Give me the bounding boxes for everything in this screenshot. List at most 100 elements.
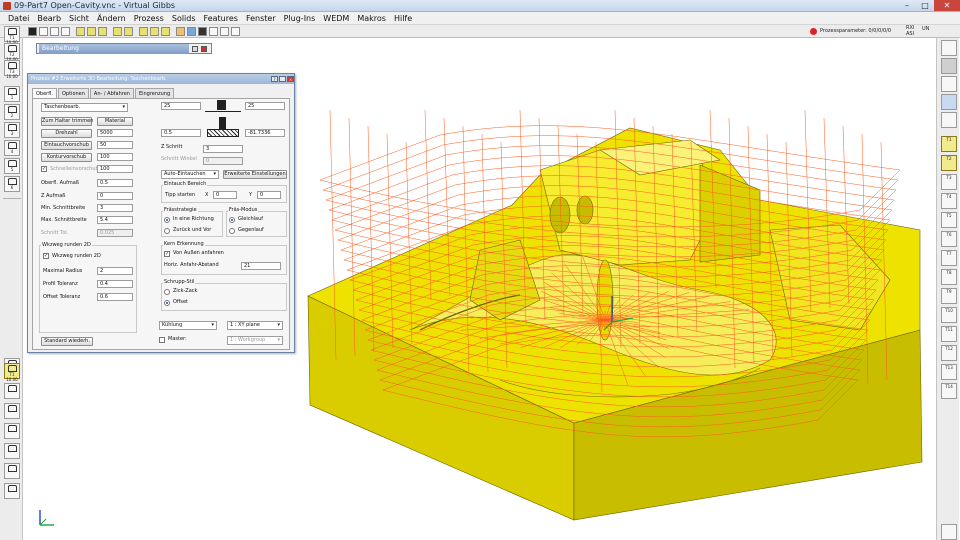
maximize-button[interactable]: □ <box>916 0 934 11</box>
plunge-x-input[interactable]: 0 <box>213 191 237 199</box>
climb-radio[interactable] <box>229 217 235 223</box>
right-tool-t10[interactable]: T10 <box>941 307 957 323</box>
menu-solids[interactable]: Solids <box>168 12 200 24</box>
menu-aendern[interactable]: Ändern <box>93 12 130 24</box>
max-radius-input[interactable]: 2 <box>97 267 133 275</box>
menu-fenster[interactable]: Fenster <box>242 12 280 24</box>
mid-right-input[interactable]: -81.7336 <box>245 129 285 137</box>
right-tool-t11[interactable]: T11 <box>941 326 957 342</box>
help-icon[interactable] <box>231 27 240 36</box>
right-tool-t5[interactable]: T5 <box>941 212 957 228</box>
holder-icon[interactable] <box>161 27 170 36</box>
right-icon-5[interactable] <box>941 112 957 128</box>
tool-slot-8[interactable]: 5 <box>4 158 20 174</box>
conventional-radio[interactable] <box>229 228 235 234</box>
tool-slot-15[interactable] <box>4 463 20 479</box>
dialog-close-button[interactable]: × <box>287 76 294 82</box>
view-icon[interactable] <box>28 27 37 36</box>
menu-hilfe[interactable]: Hilfe <box>390 12 416 24</box>
contour-feed-input[interactable]: 100 <box>97 153 133 161</box>
tool-slot-16[interactable] <box>4 483 20 499</box>
layout-icon[interactable] <box>50 27 59 36</box>
zigzag-back-radio[interactable] <box>164 228 170 234</box>
mid-left-input[interactable]: 0.5 <box>161 129 201 137</box>
tool-slot-9[interactable]: 6 <box>4 176 20 192</box>
surface-allowance-input[interactable]: 0.5 <box>97 179 133 187</box>
tool-slot-active[interactable]: T1 10.00 <box>4 363 20 382</box>
tool-slot-3[interactable]: T3 10.00 <box>4 60 20 79</box>
trim-to-holder-button[interactable]: Zum Halter trimmen <box>41 117 93 126</box>
tool-slot-14[interactable] <box>4 443 20 459</box>
tool-slot-4[interactable]: 1 <box>4 86 20 102</box>
plane-select[interactable]: 1 : XY plane <box>227 321 283 330</box>
wireframe-icon[interactable] <box>98 27 107 36</box>
menu-bearb[interactable]: Bearb <box>33 12 65 24</box>
right-tool-t2[interactable]: T2 <box>941 155 957 171</box>
sphere-icon[interactable] <box>187 27 196 36</box>
tab-options[interactable]: Optionen <box>57 88 89 98</box>
menu-features[interactable]: Features <box>200 12 242 24</box>
tool-icon[interactable] <box>150 27 159 36</box>
right-tool-t13[interactable]: T13 <box>941 364 957 380</box>
menu-sicht[interactable]: Sicht <box>65 12 93 24</box>
workgroup-select[interactable]: 1 : Workgroup <box>227 336 283 345</box>
auto-plunge-select[interactable]: Auto-Eintauchen <box>161 170 219 179</box>
contour-feed-button[interactable]: Konturvorschub <box>41 153 92 162</box>
tool-slot-1[interactable]: T1 10.00 <box>4 26 20 45</box>
tab-approach[interactable]: An- / Abfahren <box>89 88 134 98</box>
dialog-pin-button[interactable] <box>279 76 286 82</box>
tool-slot-2[interactable]: T2 10.00 <box>4 43 20 62</box>
operation-select[interactable]: Taschenbearb. <box>41 103 128 112</box>
right-tool-t14[interactable]: T14 <box>941 383 957 399</box>
menu-prozess[interactable]: Prozess <box>130 12 168 24</box>
select-icon[interactable] <box>209 27 218 36</box>
material-button[interactable]: Material <box>97 117 133 126</box>
zigzag-radio[interactable] <box>164 289 170 295</box>
approach-outside-checkbox[interactable]: ✓ <box>164 251 170 257</box>
solid-icon[interactable] <box>76 27 85 36</box>
part-icon[interactable] <box>113 27 122 36</box>
tool-slot-6[interactable]: 3 <box>4 122 20 138</box>
coolant-select[interactable]: Kühlung <box>159 321 217 330</box>
right-tool-t7[interactable]: T7 <box>941 250 957 266</box>
plunge-feed-button[interactable]: Eintauchvorschub <box>41 141 92 150</box>
tool-slot-13[interactable] <box>4 423 20 439</box>
offset-radio[interactable] <box>164 300 170 306</box>
plunge-y-input[interactable]: 0 <box>257 191 281 199</box>
max-stepover-input[interactable]: 5.4 <box>97 216 133 224</box>
top-right-input[interactable]: 25 <box>245 102 285 110</box>
offset-tolerance-input[interactable]: 0.6 <box>97 293 133 301</box>
palette-minimize-button[interactable] <box>192 46 198 52</box>
color-icon[interactable] <box>176 27 185 36</box>
extended-settings-button[interactable]: Erweiterte Einstellungen <box>223 170 287 179</box>
finish-feed-input[interactable]: 100 <box>97 165 133 173</box>
horiz-dist-input[interactable]: 21 <box>241 262 281 270</box>
machining-palette[interactable]: Bearbeitung <box>36 43 212 54</box>
restore-defaults-button[interactable]: Standard wiederh. <box>41 337 93 346</box>
right-tool-t8[interactable]: T8 <box>941 269 957 285</box>
master-checkbox[interactable] <box>159 337 165 343</box>
profile-tolerance-input[interactable]: 0.4 <box>97 280 133 288</box>
z-allowance-input[interactable]: 0 <box>97 192 133 200</box>
z-step-input[interactable]: 3 <box>203 145 243 153</box>
right-icon-2[interactable] <box>941 58 957 74</box>
rounding-checkbox[interactable]: ✓ <box>43 253 49 259</box>
menu-wedm[interactable]: WEDM <box>319 12 353 24</box>
dialog-help-button[interactable]: ? <box>271 76 278 82</box>
minimize-button[interactable]: – <box>898 0 916 11</box>
right-icon-1[interactable] <box>941 40 957 56</box>
tool-slot-11[interactable] <box>4 383 20 399</box>
close-button[interactable]: ✕ <box>934 0 960 11</box>
right-tool-t4[interactable]: T4 <box>941 193 957 209</box>
speed-input[interactable]: 5000 <box>97 129 133 137</box>
right-icon-bottom[interactable] <box>941 524 957 540</box>
top-left-input[interactable]: 25 <box>161 102 201 110</box>
min-stepover-input[interactable]: 3 <box>97 204 133 212</box>
render-icon[interactable] <box>198 27 207 36</box>
right-icon-4[interactable] <box>941 94 957 110</box>
right-icon-3[interactable] <box>941 76 957 92</box>
right-tool-t1[interactable]: T1 <box>941 136 957 152</box>
stock-icon[interactable] <box>124 27 133 36</box>
speed-button[interactable]: Drehzahl <box>41 129 92 138</box>
tab-boundary[interactable]: Eingrenzung <box>134 88 175 98</box>
